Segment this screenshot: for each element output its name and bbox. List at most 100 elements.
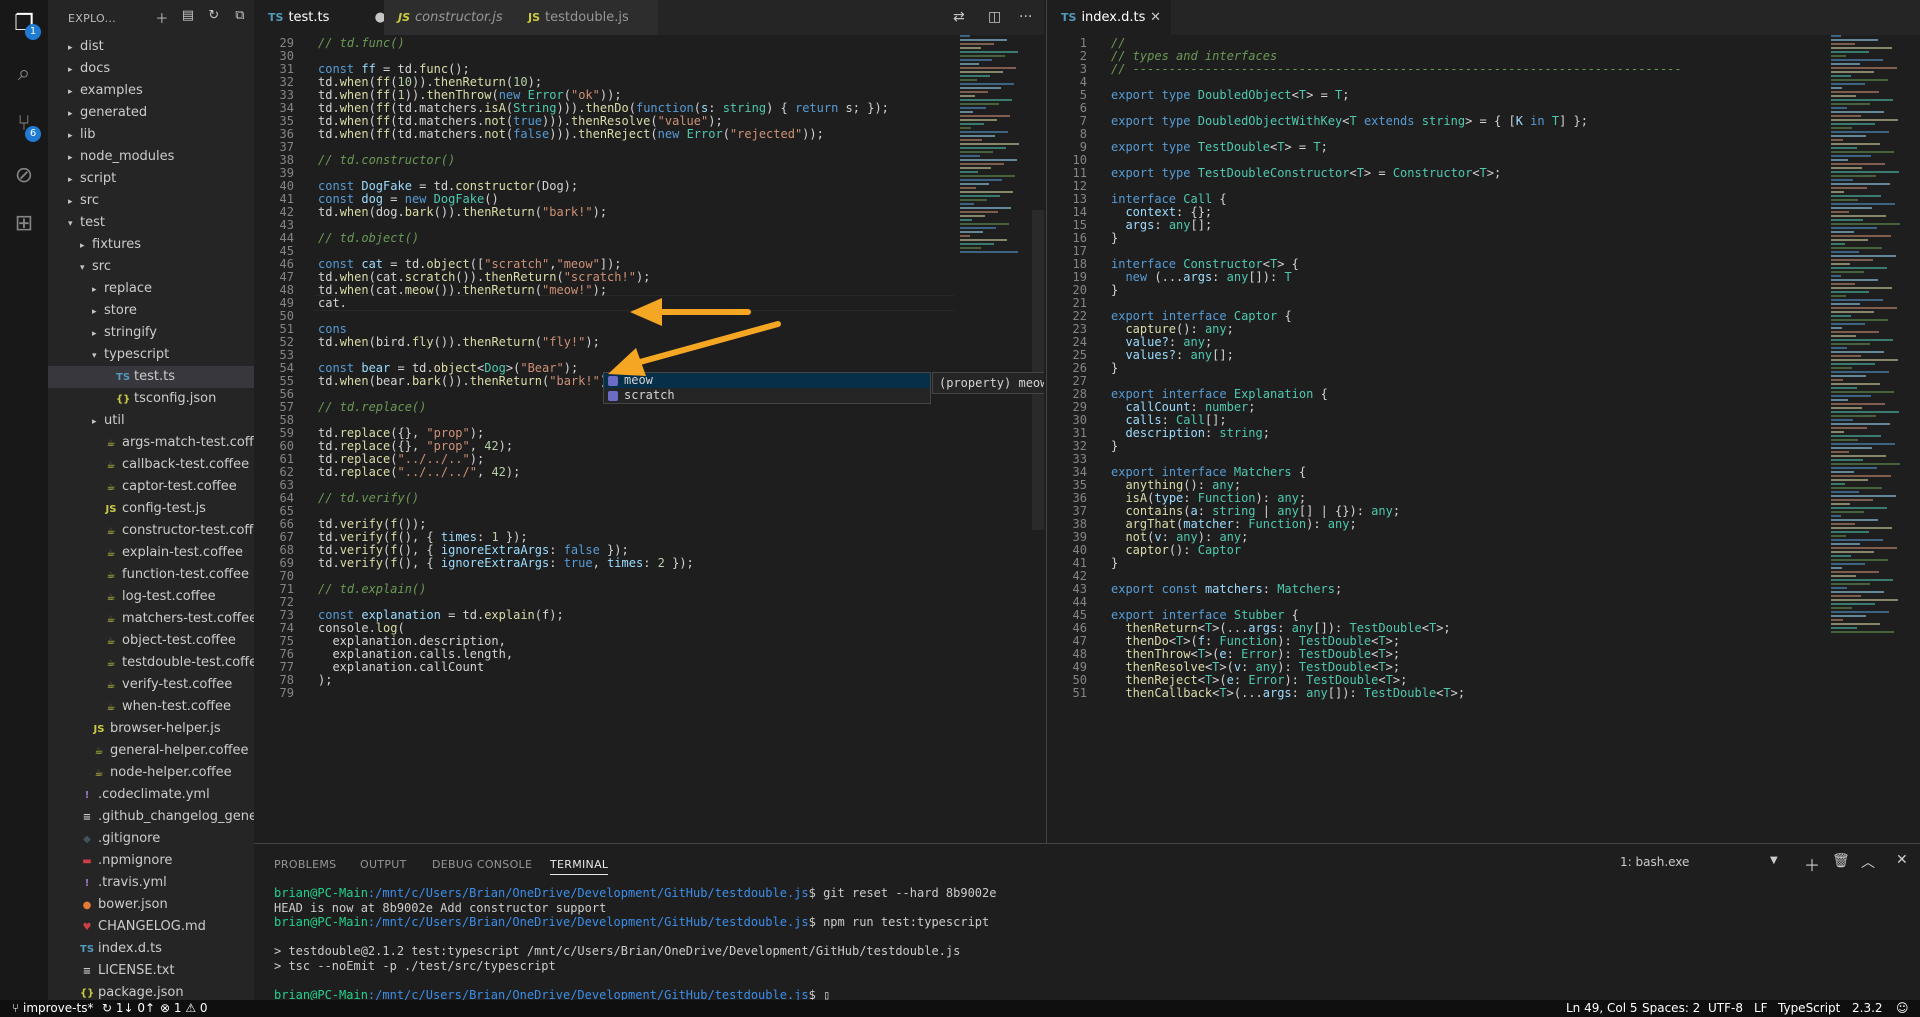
ts-version[interactable]: 2.3.2 [1852,1000,1883,1017]
end-of-line[interactable]: LF [1754,1000,1768,1017]
cursor-position[interactable]: Ln 49, Col 5 [1566,1000,1638,1017]
tree-item[interactable]: ☕ args-match-test.coffee [48,432,254,454]
more-actions-icon[interactable]: ··· [1019,0,1032,35]
chevron-right-icon[interactable]: ▸ [68,59,80,81]
code-line[interactable]: captor(): Captor [1111,542,1241,558]
code-line[interactable]: td.verify(f(), { ignoreExtraArgs: true, … [318,555,694,571]
tree-item[interactable]: ! .codeclimate.yml [48,784,254,806]
code-line[interactable]: export type DoubledObjectWithKey<T exten… [1111,113,1588,129]
code-line[interactable]: thenCallback<T>(...args: any[]): TestDou… [1111,685,1465,701]
tree-item[interactable]: ▸ src [48,190,254,212]
code-line[interactable]: cat. [318,295,347,311]
terminal-select[interactable]: 1: bash.exe [1620,855,1689,869]
code-editor-index-d-ts[interactable]: 1//2// types and interfaces 3// ---------… [1047,35,1817,843]
code-line[interactable]: export type TestDouble<T> = T; [1111,139,1328,155]
tree-item[interactable]: ☕ explain-test.coffee [48,542,254,564]
new-terminal-icon[interactable]: ＋ [1804,852,1820,876]
code-line[interactable]: td.when(bear.bark()).thenReturn("bark!")… [318,373,614,389]
code-line[interactable]: } [1111,360,1118,376]
tab-terminal[interactable]: TERMINAL [550,858,609,875]
new-folder-icon[interactable]: ▤ [180,8,196,27]
code-line[interactable]: ); [318,672,332,688]
maximize-panel-icon[interactable]: ︿ [1861,852,1875,872]
code-line[interactable]: td.when(cat.meow()).thenReturn("meow!"); [318,282,607,298]
extensions-icon[interactable]: ⊞ [10,210,38,238]
code-line[interactable]: description: string; [1111,425,1270,441]
code-line[interactable]: explanation.callCount [318,659,484,675]
encoding[interactable]: UTF-8 [1708,1000,1743,1017]
tree-item[interactable]: ▾ test [48,212,254,234]
minimap[interactable] [954,35,1034,335]
code-line[interactable]: td.when(bird.fly()).thenReturn("fly!"); [318,334,600,350]
language-mode[interactable]: TypeScript [1778,1000,1840,1017]
code-line[interactable]: // -------------------------------------… [1111,61,1682,77]
tab-problems[interactable]: PROBLEMS [274,858,336,871]
tree-item[interactable]: ☕ matchers-test.coffee [48,608,254,630]
tree-item[interactable]: ☕ function-test.coffee [48,564,254,586]
tree-item[interactable]: JS browser-helper.js [48,718,254,740]
code-line[interactable]: // td.constructor() [318,152,455,168]
tree-item[interactable]: ▸ replace [48,278,254,300]
tree-item[interactable]: ☕ general-helper.coffee [48,740,254,762]
problems-indicator[interactable]: ⊗ 1 ⚠ 0 [160,1000,208,1017]
branch-indicator[interactable]: ⑂ improve-ts* [12,1000,93,1017]
code-line[interactable]: export type DoubledObject<T> = T; [1111,87,1350,103]
code-line[interactable]: export const matchers: Matchers; [1111,581,1342,597]
code-line[interactable]: td.when(dog.bark()).thenReturn("bark!"); [318,204,607,220]
tree-item[interactable]: ◆ .gitignore [48,828,254,850]
chevron-right-icon[interactable]: ▸ [92,301,104,323]
tree-item[interactable]: ☕ node-helper.coffee [48,762,254,784]
open-changes-icon[interactable]: ⇄ [953,0,965,35]
tree-item[interactable]: TS index.d.ts [48,938,254,960]
chevron-right-icon[interactable]: ▸ [68,81,80,103]
debug-icon[interactable]: ⊘ [10,162,38,190]
split-editor-icon[interactable]: ◫ [988,0,1001,35]
code-line[interactable]: values?: any[]; [1111,347,1233,363]
code-line[interactable]: // td.replace() [318,399,426,415]
chevron-down-icon[interactable]: ▼ [1770,855,1778,866]
tree-item[interactable]: ▸ examples [48,80,254,102]
indentation[interactable]: Spaces: 2 [1642,1000,1700,1017]
code-editor-test-ts[interactable]: 29// td.func() 30 31 const ff = td.func(); 3… [254,35,1034,843]
search-icon[interactable]: ⌕ [10,60,38,88]
tree-item[interactable]: ! .travis.yml [48,872,254,894]
chevron-right-icon[interactable]: ▸ [68,125,80,147]
tree-item[interactable]: ▸ lib [48,124,254,146]
tree-item[interactable]: JS config-test.js [48,498,254,520]
tree-item[interactable]: ▸ node_modules [48,146,254,168]
chevron-down-icon[interactable]: ▾ [92,345,104,367]
feedback-smiley-icon[interactable]: ☺ [1896,1000,1909,1017]
chevron-right-icon[interactable]: ▸ [92,323,104,345]
code-line[interactable]: // td.object() [318,230,419,246]
tree-item[interactable]: ▬ .npmignore [48,850,254,872]
tree-item[interactable]: ▸ stringify [48,322,254,344]
new-file-icon[interactable]: ＋ [154,8,170,27]
chevron-down-icon[interactable]: ▾ [68,213,80,235]
code-line[interactable]: new (...args: any[]): T [1111,269,1291,285]
tree-item[interactable]: {} package.json [48,982,254,1000]
chevron-right-icon[interactable]: ▸ [92,411,104,433]
chevron-right-icon[interactable]: ▸ [80,235,92,257]
tab-test-ts[interactable]: TS test.ts ● [254,0,398,35]
code-line[interactable]: } [1111,555,1118,571]
code-line[interactable]: // td.explain() [318,581,426,597]
trash-icon[interactable]: 🗑 [1832,853,1850,869]
chevron-right-icon[interactable]: ▸ [68,37,80,59]
tree-item[interactable]: ▾ src [48,256,254,278]
tree-item[interactable]: ♥ CHANGELOG.md [48,916,254,938]
chevron-right-icon[interactable]: ▸ [92,279,104,301]
tree-item[interactable]: ▸ generated [48,102,254,124]
chevron-down-icon[interactable]: ▾ [80,257,92,279]
tree-item[interactable]: ☕ captor-test.coffee [48,476,254,498]
code-line[interactable]: export type TestDoubleConstructor<T> = C… [1111,165,1501,181]
tree-item[interactable]: ☕ verify-test.coffee [48,674,254,696]
tree-item[interactable]: ≡ .github_changelog_generator [48,806,254,828]
tree-item[interactable]: ● bower.json [48,894,254,916]
sync-indicator[interactable]: ↻ 1↓ 0↑ [102,1000,155,1017]
chevron-right-icon[interactable]: ▸ [68,191,80,213]
tab-output[interactable]: OUTPUT [360,858,407,871]
tab-index-d-ts[interactable]: TS index.d.ts ✕ [1047,0,1171,35]
tree-item[interactable]: {} tsconfig.json [48,388,254,410]
chevron-right-icon[interactable]: ▸ [68,147,80,169]
tree-item[interactable]: ☕ object-test.coffee [48,630,254,652]
